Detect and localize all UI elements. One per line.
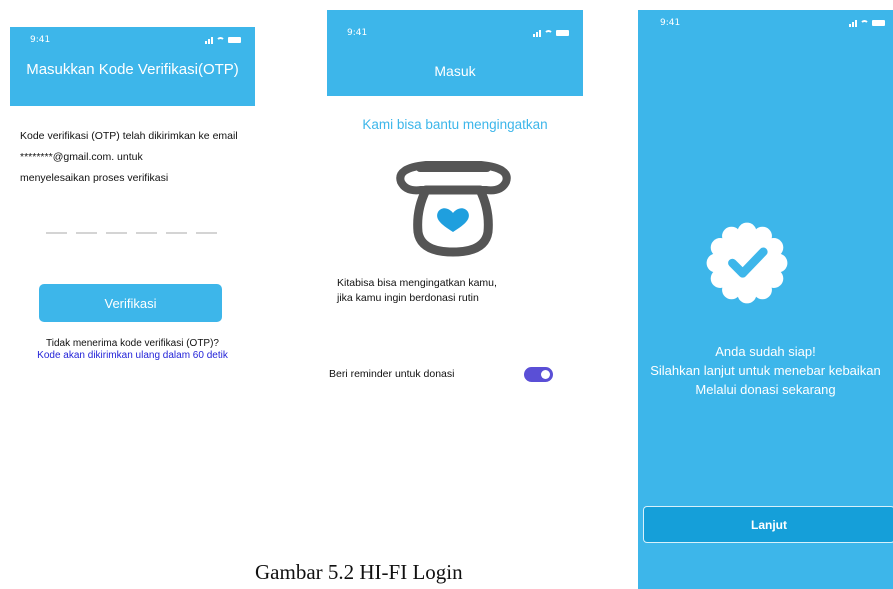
battery-icon — [556, 30, 569, 36]
reminder-subtitle: Kami bisa bantu mengingatkan — [362, 117, 548, 132]
otp-digit-field[interactable] — [136, 232, 157, 234]
status-icons — [205, 36, 241, 44]
otp-instruction-line: Kode verifikasi (OTP) telah dikirimkan k… — [20, 130, 238, 142]
signal-icon — [849, 19, 857, 27]
status-time: 9:41 — [347, 28, 368, 38]
otp-instruction-line: ********@gmail.com. untuk — [20, 151, 143, 163]
otp-digit-field[interactable] — [166, 232, 187, 234]
continue-button[interactable]: Lanjut — [643, 506, 893, 543]
status-time: 9:41 — [660, 18, 681, 28]
page-title: Masukkan Kode Verifikasi(OTP) — [26, 61, 239, 78]
otp-digit-field[interactable] — [76, 232, 97, 234]
otp-digit-field[interactable] — [46, 232, 67, 234]
signal-icon — [533, 29, 541, 37]
donation-jar-heart-icon — [396, 161, 511, 257]
wifi-icon — [216, 36, 225, 44]
login-screen: 9:41 Masuk Kami bisa bantu mengingatkan … — [327, 10, 583, 395]
verify-button[interactable]: Verifikasi — [39, 284, 222, 322]
resend-link[interactable]: Kode akan dikirimkan ulang dalam 60 deti… — [10, 350, 255, 362]
battery-icon — [872, 20, 885, 26]
resend-question: Tidak menerima kode verifikasi (OTP)? — [45, 338, 219, 349]
ready-line: Silahkan lanjut untuk menebar kebaikan — [650, 363, 881, 378]
status-icons — [533, 29, 569, 37]
status-bar: 9:41 — [347, 28, 569, 38]
login-header: 9:41 Masuk — [327, 10, 583, 96]
wifi-icon — [860, 19, 869, 27]
otp-instructions: Kode verifikasi (OTP) telah dikirimkan k… — [20, 126, 260, 189]
status-bar: 9:41 — [660, 18, 885, 28]
reminder-label: Beri reminder untuk donasi — [329, 368, 455, 380]
status-bar: 9:41 — [30, 35, 241, 45]
status-time: 9:41 — [30, 35, 51, 45]
otp-digit-field[interactable] — [196, 232, 217, 234]
wifi-icon — [544, 29, 553, 37]
status-icons — [849, 19, 885, 27]
resend-info: Tidak menerima kode verifikasi (OTP)? Ko… — [10, 338, 255, 362]
reminder-toggle[interactable] — [524, 367, 553, 382]
otp-input[interactable] — [46, 232, 217, 234]
battery-icon — [228, 37, 241, 43]
otp-instruction-line: menyelesaikan proses verifikasi — [20, 172, 169, 184]
page-title: Masuk — [434, 63, 476, 79]
ready-line: Anda sudah siap! — [715, 344, 816, 359]
otp-header: 9:41 Masukkan Kode Verifikasi(OTP) — [10, 27, 255, 106]
ready-screen: 9:41 Anda sudah siap! Silahkan lanjut un… — [638, 10, 893, 589]
otp-screen: 9:41 Masukkan Kode Verifikasi(OTP) Kode … — [10, 27, 255, 377]
verified-badge-icon — [706, 222, 788, 304]
otp-digit-field[interactable] — [106, 232, 127, 234]
ready-message: Anda sudah siap! Silahkan lanjut untuk m… — [628, 342, 893, 399]
ready-line: Melalui donasi sekarang — [695, 382, 836, 397]
figure-caption: Gambar 5.2 HI-FI Login — [255, 560, 463, 584]
signal-icon — [205, 36, 213, 44]
description-line: jika kamu ingin berdonasi rutin — [337, 292, 479, 304]
toggle-knob — [541, 370, 550, 379]
description-line: Kitabisa bisa mengingatkan kamu, — [337, 277, 497, 289]
reminder-description: Kitabisa bisa mengingatkan kamu, jika ka… — [337, 276, 577, 306]
